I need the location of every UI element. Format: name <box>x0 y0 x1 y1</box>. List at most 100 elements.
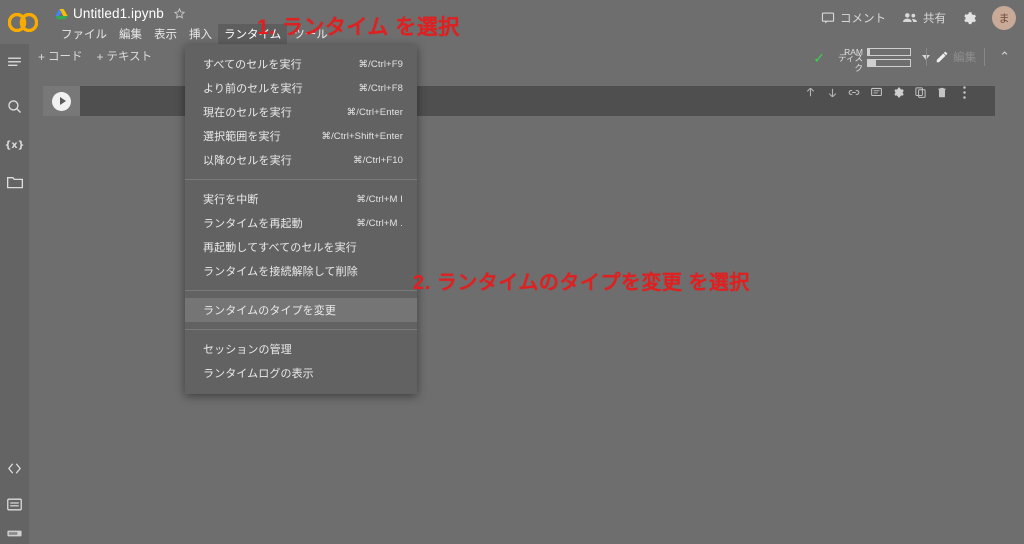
sidebar-item-variables[interactable]: {x} <box>0 126 29 162</box>
menu-insert[interactable]: 挿入 <box>183 24 218 46</box>
colab-logo-icon <box>8 12 38 32</box>
menu-view[interactable]: 表示 <box>148 24 183 46</box>
connected-check-icon: ✓ <box>813 49 825 66</box>
chevron-up-icon[interactable]: ⌃ <box>993 49 1016 65</box>
colab-window: Untitled1.ipynb ファイル 編集 表示 挿入 ランタイム ツール <box>0 0 1024 544</box>
cell-settings-icon[interactable] <box>889 79 907 105</box>
resource-meters: RAM ディスク <box>830 47 911 73</box>
runtime-menu-item-shortcut: ⌘/Ctrl+Enter <box>346 106 403 118</box>
annotation-step-1: 1. ランタイム を選択 <box>257 16 460 39</box>
sidebar-item-search[interactable] <box>0 88 29 124</box>
notebook-canvas <box>29 72 1024 544</box>
menu-separator <box>185 329 417 330</box>
sidebar-item-terminal[interactable] <box>0 486 29 522</box>
runtime-menu-item[interactable]: すべてのセルを実行 ⌘/Ctrl+F9 <box>185 52 417 76</box>
sidebar-item-toc[interactable] <box>0 44 29 80</box>
avatar[interactable]: ま <box>992 6 1016 30</box>
runtime-menu-item-shortcut: ⌘/Ctrl+Shift+Enter <box>321 130 403 142</box>
runtime-menu-item-label: すべてのセルを実行 <box>203 59 302 71</box>
divider <box>926 48 928 66</box>
edit-mode-label: 編集 <box>953 52 977 64</box>
menu-file[interactable]: ファイル <box>55 24 113 46</box>
terminal-icon <box>7 498 22 510</box>
notebook-toolbar: + コード + テキスト ✓ RAM ディスク 編集 ⌃ <box>0 44 1024 73</box>
run-cell-button[interactable] <box>43 86 80 116</box>
delete-cell-icon[interactable] <box>933 79 951 105</box>
add-code-cell-button[interactable]: + コード <box>38 48 83 66</box>
runtime-menu-item-label: 再起動してすべてのセルを実行 <box>203 242 357 254</box>
move-cell-up-icon[interactable] <box>801 79 819 105</box>
people-icon <box>903 13 917 22</box>
disk-label: ディスク <box>838 53 863 73</box>
runtime-menu-item[interactable]: ランタイムのタイプを変更 <box>185 298 417 322</box>
resource-status[interactable]: ✓ RAM ディスク <box>813 47 930 73</box>
menu-group: 実行を中断 ⌘/Ctrl+M I ランタイムを再起動 ⌘/Ctrl+M . 再起動してす… <box>185 186 417 284</box>
cell-toolbar <box>797 78 977 106</box>
sidebar-item-files[interactable] <box>0 164 29 200</box>
runtime-menu-dropdown[interactable]: すべてのセルを実行 ⌘/Ctrl+F9 より前のセルを実行 ⌘/Ctrl+F8 現在のセ… <box>185 45 417 394</box>
ram-meter-bar <box>867 48 911 56</box>
plus-icon: + <box>96 50 104 64</box>
runtime-menu-item[interactable]: ランタイムログの表示 <box>185 361 417 385</box>
runtime-menu-item-label: セッションの管理 <box>203 344 292 356</box>
runtime-menu-item[interactable]: 以降のセルを実行 ⌘/Ctrl+F10 <box>185 148 417 172</box>
search-icon <box>8 99 22 113</box>
document-title[interactable]: Untitled1.ipynb <box>73 5 164 22</box>
runtime-menu-item-shortcut: ⌘/Ctrl+F9 <box>358 58 403 70</box>
runtime-menu-item[interactable]: 現在のセルを実行 ⌘/Ctrl+Enter <box>185 100 417 124</box>
runtime-menu-item[interactable]: セッションの管理 <box>185 337 417 361</box>
plus-icon: + <box>38 50 46 64</box>
menu-group: ランタイムのタイプを変更 <box>185 297 417 323</box>
add-code-label: コード <box>48 51 83 63</box>
variables-icon: {x} <box>5 140 24 151</box>
share-label: 共有 <box>923 13 946 25</box>
runtime-menu-item[interactable]: 選択範囲を実行 ⌘/Ctrl+Shift+Enter <box>185 124 417 148</box>
play-triangle <box>59 97 66 105</box>
edit-mode-button[interactable]: 編集 <box>935 49 976 65</box>
drive-icon <box>55 8 68 19</box>
files-folder-icon <box>6 177 23 189</box>
ram-meter-fill <box>868 49 870 55</box>
runtime-menu-item-shortcut: ⌘/Ctrl+F10 <box>353 154 403 166</box>
runtime-menu-item[interactable]: より前のセルを実行 ⌘/Ctrl+F8 <box>185 76 417 100</box>
runtime-menu-item-label: 以降のセルを実行 <box>203 155 292 167</box>
runtime-menu-item-label: 現在のセルを実行 <box>203 107 292 119</box>
annotation-step-2: 2. ランタイムのタイプを変更 を選択 <box>413 272 750 294</box>
left-sidebar-rail: {x} <box>0 44 29 544</box>
menu-bottom-padding <box>185 386 417 394</box>
sidebar-item-command-palette[interactable] <box>0 522 29 544</box>
app-header: Untitled1.ipynb ファイル 編集 表示 挿入 ランタイム ツール <box>0 0 1024 46</box>
disk-meter-fill <box>868 60 876 66</box>
runtime-menu-item-label: 選択範囲を実行 <box>203 131 281 143</box>
star-icon[interactable] <box>173 7 186 20</box>
add-comment-icon[interactable] <box>867 79 885 105</box>
add-text-cell-button[interactable]: + テキスト <box>97 48 153 66</box>
menu-group: すべてのセルを実行 ⌘/Ctrl+F9 より前のセルを実行 ⌘/Ctrl+F8 現在のセ… <box>185 51 417 173</box>
link-to-cell-icon[interactable] <box>845 79 863 105</box>
menu-separator <box>185 179 417 180</box>
comment-button[interactable]: コメント <box>813 6 894 30</box>
menu-separator <box>185 290 417 291</box>
command-palette-icon <box>7 530 22 536</box>
runtime-menu-item-label: 実行を中断 <box>203 194 259 206</box>
runtime-menu-item[interactable]: 再起動してすべてのセルを実行 <box>185 235 417 259</box>
share-button[interactable]: 共有 <box>894 6 954 30</box>
sidebar-item-code-snippets[interactable] <box>0 450 29 486</box>
runtime-menu-item-shortcut: ⌘/Ctrl+M . <box>356 217 403 229</box>
add-text-label: テキスト <box>106 51 153 63</box>
copy-cell-icon[interactable] <box>911 79 929 105</box>
runtime-menu-item-shortcut: ⌘/Ctrl+F8 <box>358 82 403 94</box>
more-options-icon[interactable] <box>955 79 973 105</box>
runtime-menu-item-shortcut: ⌘/Ctrl+M I <box>356 193 403 205</box>
runtime-menu-item[interactable]: ランタイムを接続解除して削除 <box>185 259 417 283</box>
runtime-menu-item[interactable]: ランタイムを再起動 ⌘/Ctrl+M . <box>185 211 417 235</box>
colab-logo[interactable] <box>0 0 46 44</box>
move-cell-down-icon[interactable] <box>823 79 841 105</box>
menu-edit[interactable]: 編集 <box>113 24 148 46</box>
comment-icon <box>821 12 835 24</box>
comment-label: コメント <box>840 13 886 25</box>
runtime-menu-item[interactable]: 実行を中断 ⌘/Ctrl+M I <box>185 187 417 211</box>
disk-meter-bar <box>867 59 911 67</box>
menu-group: セッションの管理ランタイムログの表示 <box>185 336 417 386</box>
settings-button[interactable] <box>954 7 985 30</box>
